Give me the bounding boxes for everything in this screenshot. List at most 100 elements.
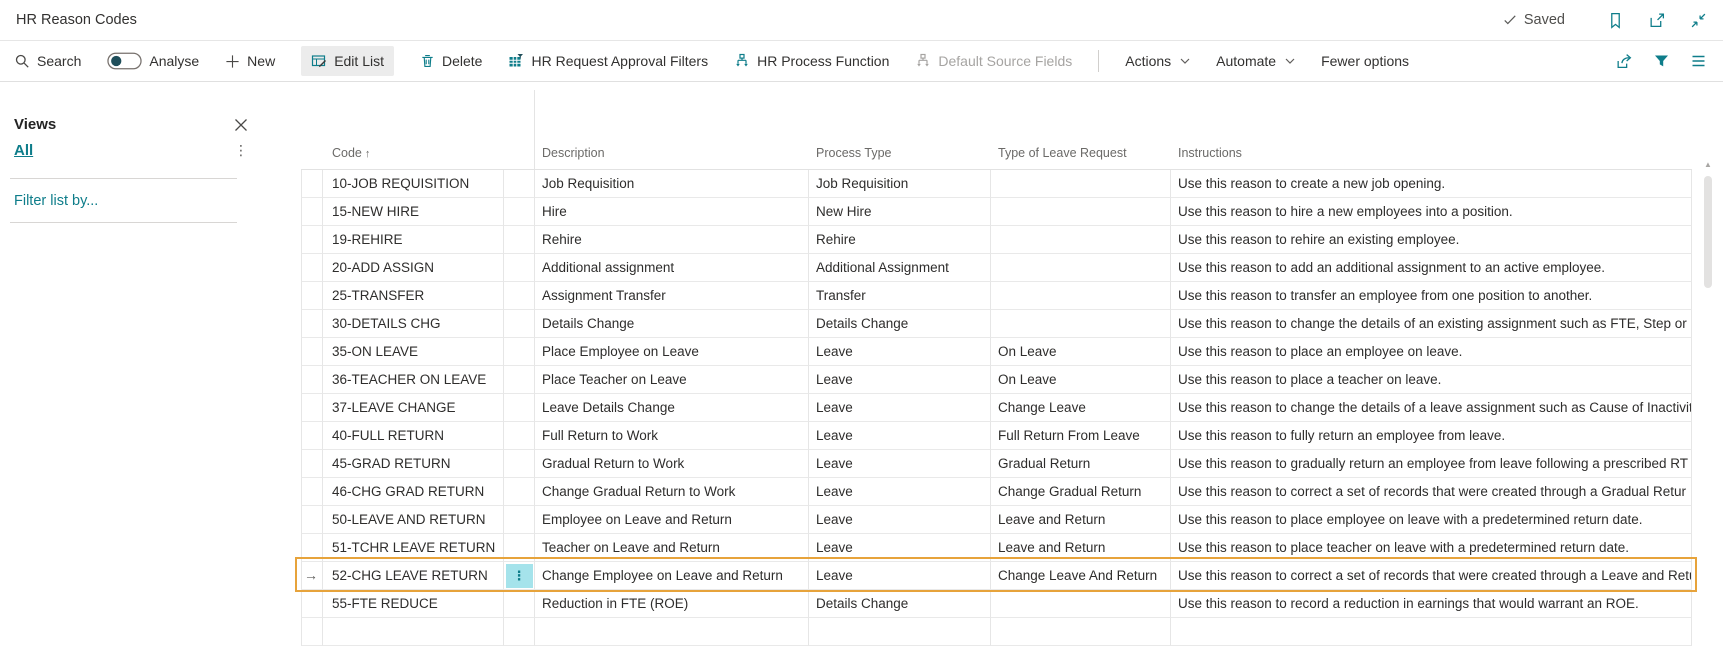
cell-instructions[interactable]: Use this reason to gradually return an e… — [1171, 450, 1692, 478]
cell-description[interactable]: Leave Details Change — [535, 394, 809, 422]
cell-code[interactable]: 37-LEAVE CHANGE — [323, 394, 504, 422]
hr-process-function-button[interactable]: HR Process Function — [734, 53, 889, 69]
cell-type-of-leave-request[interactable] — [991, 226, 1171, 254]
row-menu-cell[interactable] — [504, 394, 535, 422]
cell-instructions[interactable]: Use this reason to create a new job open… — [1171, 170, 1692, 198]
cell-type-of-leave-request[interactable]: Change Leave — [991, 394, 1171, 422]
cell-code[interactable] — [323, 618, 504, 646]
column-header-process-type[interactable]: Process Type — [809, 146, 991, 160]
row-select-cell[interactable] — [301, 254, 323, 282]
cell-description[interactable]: Rehire — [535, 226, 809, 254]
cell-type-of-leave-request[interactable] — [991, 170, 1171, 198]
column-header-code[interactable]: Code ↑ — [323, 146, 504, 160]
cell-process-type[interactable]: Leave — [809, 394, 991, 422]
table-row[interactable]: 55-FTE REDUCE Reduction in FTE (ROE) Detai… — [301, 590, 1692, 618]
table-row[interactable] — [301, 618, 1692, 646]
row-menu-cell[interactable] — [504, 198, 535, 226]
cell-code[interactable]: 25-TRANSFER — [323, 282, 504, 310]
row-select-cell[interactable] — [301, 590, 323, 618]
table-row[interactable]: 45-GRAD RETURN Gradual Return to Work Leav… — [301, 450, 1692, 478]
cell-description[interactable] — [535, 618, 809, 646]
cell-description[interactable]: Gradual Return to Work — [535, 450, 809, 478]
row-select-cell[interactable] — [301, 534, 323, 562]
collapse-icon[interactable] — [1690, 12, 1707, 29]
cell-code[interactable]: 52-CHG LEAVE RETURN — [323, 562, 504, 590]
cell-code[interactable]: 45-GRAD RETURN — [323, 450, 504, 478]
table-row[interactable]: 15-NEW HIRE Hire New Hire Use this reason t… — [301, 198, 1692, 226]
cell-instructions[interactable]: Use this reason to change the details of… — [1171, 394, 1692, 422]
table-row[interactable]: 35-ON LEAVE Place Employee on Leave Leave O… — [301, 338, 1692, 366]
cell-instructions[interactable]: Use this reason to place employee on lea… — [1171, 506, 1692, 534]
filter-icon[interactable] — [1653, 53, 1670, 69]
scrollbar-thumb[interactable] — [1704, 176, 1712, 288]
cell-type-of-leave-request[interactable]: Leave and Return — [991, 534, 1171, 562]
cell-process-type[interactable]: Leave — [809, 338, 991, 366]
cell-process-type[interactable]: Leave — [809, 478, 991, 506]
filter-list-by-link[interactable]: Filter list by... — [14, 193, 98, 209]
cell-process-type[interactable]: Leave — [809, 366, 991, 394]
analyse-toggle[interactable]: Analyse — [107, 52, 199, 70]
delete-button[interactable]: Delete — [420, 53, 482, 69]
row-menu-cell[interactable] — [504, 226, 535, 254]
cell-process-type[interactable]: Leave — [809, 506, 991, 534]
cell-process-type[interactable]: Leave — [809, 450, 991, 478]
cell-instructions[interactable]: Use this reason to place a teacher on le… — [1171, 366, 1692, 394]
cell-description[interactable]: Hire — [535, 198, 809, 226]
cell-type-of-leave-request[interactable]: On Leave — [991, 366, 1171, 394]
cell-type-of-leave-request[interactable] — [991, 590, 1171, 618]
table-row[interactable]: 40-FULL RETURN Full Return to Work Leave Fu… — [301, 422, 1692, 450]
column-header-type-of-leave-request[interactable]: Type of Leave Request — [991, 146, 1171, 160]
edit-list-button[interactable]: Edit List — [301, 46, 394, 76]
open-in-window-icon[interactable] — [1648, 12, 1666, 29]
default-source-fields-button[interactable]: Default Source Fields — [915, 53, 1072, 69]
table-row[interactable]: 36-TEACHER ON LEAVE Place Teacher on Leav… — [301, 366, 1692, 394]
cell-code[interactable]: 10-JOB REQUISITION — [323, 170, 504, 198]
row-context-menu-button[interactable]: ⋮ — [505, 563, 533, 588]
table-row[interactable]: 50-LEAVE AND RETURN Employee on Leave and… — [301, 506, 1692, 534]
cell-code[interactable]: 19-REHIRE — [323, 226, 504, 254]
cell-code[interactable]: 50-LEAVE AND RETURN — [323, 506, 504, 534]
cell-type-of-leave-request[interactable]: Gradual Return — [991, 450, 1171, 478]
cell-code[interactable]: 15-NEW HIRE — [323, 198, 504, 226]
vertical-scrollbar[interactable]: ▲ — [1701, 158, 1715, 625]
row-select-cell[interactable] — [301, 366, 323, 394]
cell-instructions[interactable]: Use this reason to correct a set of reco… — [1171, 478, 1692, 506]
cell-instructions[interactable] — [1171, 618, 1692, 646]
cell-type-of-leave-request[interactable]: Leave and Return — [991, 506, 1171, 534]
cell-process-type[interactable] — [809, 618, 991, 646]
table-row[interactable]: 46-CHG GRAD RETURN Change Gradual Return … — [301, 478, 1692, 506]
row-select-cell[interactable] — [301, 198, 323, 226]
view-options-ellipsis-icon[interactable]: ⋮ — [234, 142, 248, 159]
row-menu-cell[interactable] — [504, 422, 535, 450]
cell-description[interactable]: Reduction in FTE (ROE) — [535, 590, 809, 618]
cell-type-of-leave-request[interactable]: Full Return From Leave — [991, 422, 1171, 450]
row-menu-cell[interactable] — [504, 282, 535, 310]
cell-type-of-leave-request[interactable]: Change Gradual Return — [991, 478, 1171, 506]
cell-type-of-leave-request[interactable] — [991, 618, 1171, 646]
actions-menu[interactable]: Actions — [1125, 53, 1190, 69]
cell-instructions[interactable]: Use this reason to correct a set of reco… — [1171, 562, 1692, 590]
row-select-cell[interactable] — [301, 226, 323, 254]
search-button[interactable]: Search — [14, 53, 81, 69]
row-menu-cell[interactable] — [504, 450, 535, 478]
cell-code[interactable]: 30-DETAILS CHG — [323, 310, 504, 338]
table-row[interactable]: 51-TCHR LEAVE RETURN Teacher on Leave and… — [301, 534, 1692, 562]
table-row[interactable]: 10-JOB REQUISITION Job Requisition Job Req… — [301, 170, 1692, 198]
row-select-cell[interactable] — [301, 310, 323, 338]
row-select-cell[interactable] — [301, 618, 323, 646]
row-menu-cell[interactable] — [504, 534, 535, 562]
cell-description[interactable]: Change Gradual Return to Work — [535, 478, 809, 506]
cell-instructions[interactable]: Use this reason to rehire an existing em… — [1171, 226, 1692, 254]
hr-request-approval-filters-button[interactable]: HR Request Approval Filters — [508, 53, 708, 69]
cell-description[interactable]: Employee on Leave and Return — [535, 506, 809, 534]
scroll-up-icon[interactable]: ▲ — [1701, 160, 1715, 169]
column-header-instructions[interactable]: Instructions — [1171, 146, 1692, 160]
fewer-options-button[interactable]: Fewer options — [1321, 53, 1409, 69]
row-select-cell[interactable] — [301, 450, 323, 478]
cell-description[interactable]: Job Requisition — [535, 170, 809, 198]
cell-instructions[interactable]: Use this reason to transfer an employee … — [1171, 282, 1692, 310]
cell-type-of-leave-request[interactable] — [991, 282, 1171, 310]
sidebar-item-all[interactable]: All — [14, 142, 33, 159]
table-row[interactable]: 19-REHIRE Rehire Rehire Use this reason to … — [301, 226, 1692, 254]
row-menu-cell[interactable] — [504, 366, 535, 394]
